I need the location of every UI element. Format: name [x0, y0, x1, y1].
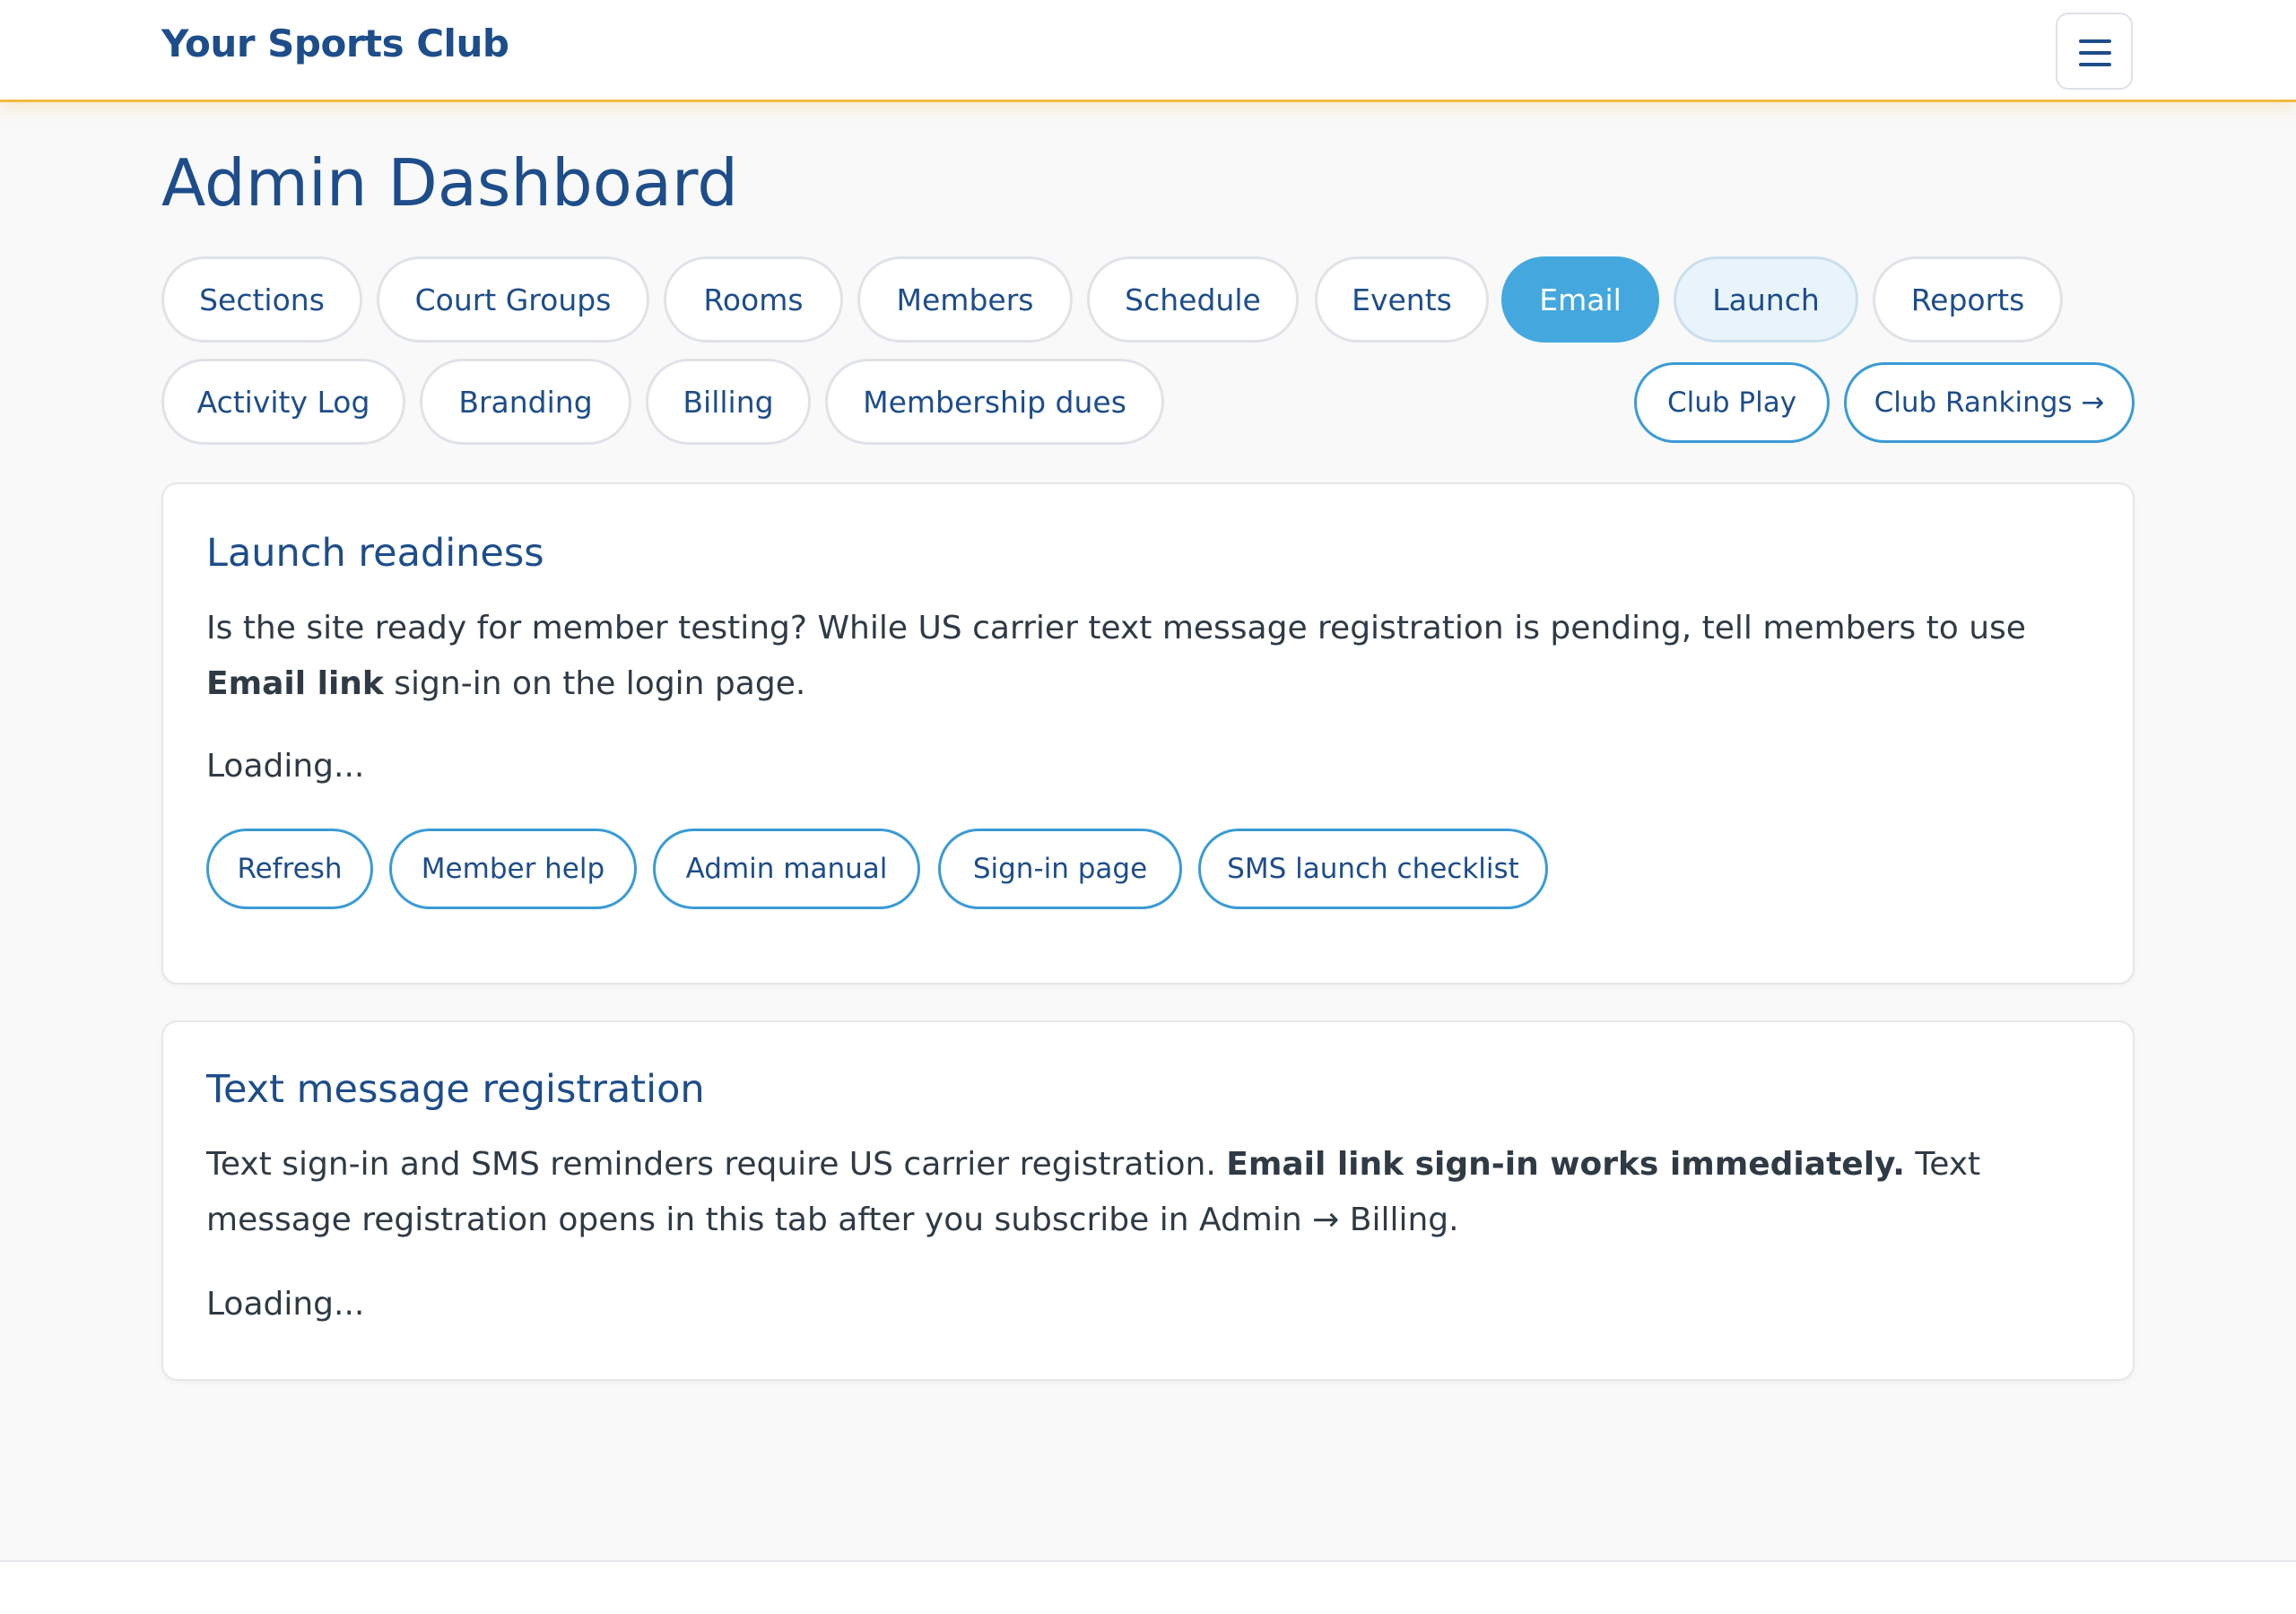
- admin-manual-button[interactable]: Admin manual: [653, 829, 920, 909]
- tab-reports[interactable]: Reports: [1873, 256, 2063, 343]
- club-brand-logo[interactable]: Your Sports Club: [161, 22, 509, 65]
- card-description: Is the site ready for member testing? Wh…: [206, 610, 2026, 702]
- card-title: Text message registration: [206, 1067, 705, 1112]
- tab-billing[interactable]: Billing: [646, 359, 811, 445]
- card-description: Text sign-in and SMS reminders require U…: [206, 1146, 1981, 1238]
- member-help-button[interactable]: Member help: [389, 829, 637, 909]
- tab-email[interactable]: Email: [1501, 256, 1659, 343]
- tab-membership-dues[interactable]: Membership dues: [825, 359, 1164, 445]
- tab-members[interactable]: Members: [857, 256, 1073, 343]
- top-nav-bar: Your Sports Club: [0, 0, 2296, 102]
- tab-schedule[interactable]: Schedule: [1087, 256, 1299, 343]
- tab-events[interactable]: Events: [1315, 256, 1489, 343]
- launch-readiness-card: Launch readiness Is the site ready for m…: [161, 482, 2135, 985]
- tab-sections[interactable]: Sections: [161, 256, 362, 343]
- tab-rooms[interactable]: Rooms: [664, 256, 843, 343]
- hamburger-menu-icon: [2079, 39, 2111, 43]
- tab-court-groups[interactable]: Court Groups: [377, 256, 649, 343]
- sms-launch-checklist-button[interactable]: SMS launch checklist: [1198, 829, 1548, 909]
- hamburger-menu-button[interactable]: [2056, 13, 2133, 90]
- page-footer: [0, 1562, 2296, 1614]
- card-title: Launch readiness: [206, 531, 544, 576]
- status-loading: Loading...: [206, 1286, 365, 1323]
- hamburger-menu-icon: [2079, 63, 2111, 66]
- tab-activity-log[interactable]: Activity Log: [161, 359, 405, 445]
- club-rankings-link[interactable]: Club Rankings →: [1844, 362, 2135, 443]
- refresh-button[interactable]: Refresh: [206, 829, 373, 909]
- text-message-registration-card: Text message registration Text sign-in a…: [161, 1020, 2135, 1381]
- club-play-link[interactable]: Club Play: [1634, 362, 1830, 443]
- tab-launch[interactable]: Launch: [1674, 256, 1858, 343]
- tab-branding[interactable]: Branding: [420, 359, 631, 445]
- status-loading: Loading...: [206, 748, 365, 785]
- hamburger-menu-icon: [2079, 51, 2111, 55]
- page-title: Admin Dashboard: [161, 145, 738, 221]
- sign-in-page-button[interactable]: Sign-in page: [938, 829, 1182, 909]
